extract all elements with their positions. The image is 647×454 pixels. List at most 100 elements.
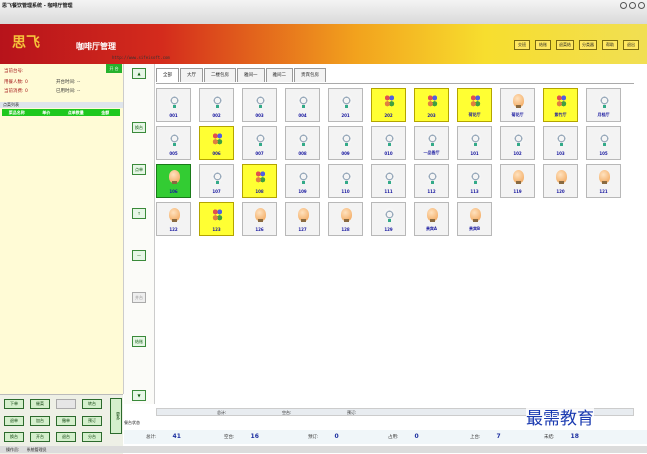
table-tile[interactable]: 120 bbox=[543, 164, 578, 198]
minimize-icon[interactable] bbox=[620, 2, 627, 9]
table-tile[interactable]: 001 bbox=[156, 88, 191, 122]
col-dish-name: 菜品名称 bbox=[8, 110, 25, 115]
swap-table-button[interactable]: 换台 bbox=[4, 432, 24, 442]
table-tile[interactable]: 123 bbox=[199, 202, 234, 236]
open-button[interactable]: 开台 bbox=[30, 432, 50, 442]
table-tile[interactable]: 102 bbox=[500, 126, 535, 160]
merge-table-button[interactable]: 并台 bbox=[132, 292, 146, 303]
disabled-button[interactable] bbox=[56, 399, 76, 409]
maximize-icon[interactable] bbox=[629, 2, 636, 9]
table-lamp-icon bbox=[298, 132, 309, 146]
app-title: 咖啡厅管理 bbox=[76, 42, 116, 51]
withdraw-button[interactable]: 撤单 bbox=[56, 416, 76, 426]
table-label: 121 bbox=[599, 189, 608, 194]
table-tile[interactable]: 128 bbox=[328, 202, 363, 236]
table-tile[interactable]: 010 bbox=[371, 126, 406, 160]
table-lamp-icon bbox=[427, 170, 438, 184]
help-button[interactable]: 帮助 bbox=[602, 40, 618, 50]
table-tile[interactable]: 113 bbox=[457, 164, 492, 198]
table-label: 126 bbox=[255, 227, 264, 232]
split-table-button[interactable]: 分台 bbox=[82, 432, 102, 442]
transfer-button[interactable]: 转台 bbox=[82, 399, 102, 409]
table-tile[interactable]: 006 bbox=[199, 126, 234, 160]
table-tile[interactable]: 203 bbox=[414, 88, 449, 122]
table-lamp-icon bbox=[599, 94, 610, 108]
table-tile[interactable]: 一品香厅 bbox=[414, 126, 449, 160]
place-order-button[interactable]: 下单 bbox=[4, 399, 24, 409]
tab-room-two[interactable]: 雅间二 bbox=[265, 68, 293, 82]
table-label: 月桂厅 bbox=[597, 112, 610, 117]
table-label: 003 bbox=[255, 113, 264, 118]
tab-all[interactable]: 全部 bbox=[156, 68, 179, 82]
cancel-order-button[interactable]: 退单 bbox=[4, 416, 24, 426]
table-tile[interactable]: 109 bbox=[285, 164, 320, 198]
rush-button[interactable]: 催菜 bbox=[30, 399, 50, 409]
table-tile[interactable]: 122 bbox=[156, 202, 191, 236]
table-tile[interactable]: 129 bbox=[371, 202, 406, 236]
table-tile[interactable]: 201 bbox=[328, 88, 363, 122]
table-tile[interactable]: 002 bbox=[199, 88, 234, 122]
table-tile[interactable]: 004 bbox=[285, 88, 320, 122]
window-controls bbox=[620, 2, 645, 9]
reserve-button[interactable]: 预订 bbox=[82, 416, 102, 426]
table-label: 127 bbox=[298, 227, 307, 232]
table-tile[interactable]: 112 bbox=[414, 164, 449, 198]
table-tile[interactable]: 005 bbox=[156, 126, 191, 160]
scroll-down-button[interactable]: ▼ bbox=[132, 390, 146, 401]
table-tile[interactable]: 003 bbox=[242, 88, 277, 122]
table-label: 106 bbox=[169, 189, 178, 194]
scroll-up-button[interactable]: ▲ bbox=[132, 68, 146, 79]
table-tile[interactable]: 贵宾A bbox=[414, 202, 449, 236]
table-tile[interactable]: 107 bbox=[199, 164, 234, 198]
table-tile[interactable]: 202 bbox=[371, 88, 406, 122]
change-table-button[interactable]: 换台 bbox=[132, 122, 146, 133]
up-arrow-button[interactable]: ↑ bbox=[132, 208, 146, 219]
open-table-button[interactable]: 开 台 bbox=[106, 64, 122, 73]
handover-button[interactable]: 交班 bbox=[514, 40, 530, 50]
table-label: 120 bbox=[556, 189, 565, 194]
table-label: 122 bbox=[169, 227, 178, 232]
table-tile[interactable]: 103 bbox=[543, 126, 578, 160]
watermark: 最需教育 bbox=[526, 404, 594, 429]
more-button[interactable]: 更多 bbox=[110, 398, 122, 434]
table-tile[interactable]: 106 bbox=[156, 164, 191, 198]
table-tile[interactable]: 105 bbox=[586, 126, 621, 160]
close-icon[interactable] bbox=[638, 2, 645, 9]
table-tile[interactable]: 009 bbox=[328, 126, 363, 160]
table-tile[interactable]: 110 bbox=[328, 164, 363, 198]
table-tile[interactable]: 菊花厅 bbox=[500, 88, 535, 122]
minus-button[interactable]: — bbox=[132, 250, 146, 261]
table-tile[interactable]: 108 bbox=[242, 164, 277, 198]
tab-vip[interactable]: 贵宾包房 bbox=[294, 68, 326, 82]
table-tile[interactable]: 126 bbox=[242, 202, 277, 236]
refund-button[interactable]: 退菜结 bbox=[556, 40, 574, 50]
table-tile[interactable]: 121 bbox=[586, 164, 621, 198]
table-tile[interactable]: 007 bbox=[242, 126, 277, 160]
table-tile[interactable]: 111 bbox=[371, 164, 406, 198]
exit-button[interactable]: 退出 bbox=[623, 40, 639, 50]
table-label: 203 bbox=[427, 113, 436, 118]
table-label: 贵宾B bbox=[468, 226, 481, 231]
tab-hall[interactable]: 大厅 bbox=[180, 68, 203, 82]
add-table-button[interactable]: 加台 bbox=[30, 416, 50, 426]
order-list-header: 点菜列表 bbox=[0, 102, 123, 108]
tab-room-one[interactable]: 雅间一 bbox=[237, 68, 265, 82]
table-tile[interactable]: 紫竹厅 bbox=[543, 88, 578, 122]
table-label: 010 bbox=[384, 151, 393, 156]
table-tile[interactable]: 荷花厅 bbox=[457, 88, 492, 122]
tab-second-floor[interactable]: 二楼包房 bbox=[204, 68, 236, 82]
table-label: 009 bbox=[341, 151, 350, 156]
table-tile[interactable]: 101 bbox=[457, 126, 492, 160]
table-tile[interactable]: 127 bbox=[285, 202, 320, 236]
table-tile[interactable]: 008 bbox=[285, 126, 320, 160]
table-tile[interactable]: 119 bbox=[500, 164, 535, 198]
table-tile[interactable]: 月桂厅 bbox=[586, 88, 621, 122]
table-label: 紫竹厅 bbox=[554, 112, 567, 117]
table-lamp-icon bbox=[427, 132, 438, 146]
classifier-button[interactable]: 分类器 bbox=[579, 40, 597, 50]
settle-button[interactable]: 结账 bbox=[132, 336, 146, 347]
table-tile[interactable]: 贵宾B bbox=[457, 202, 492, 236]
order-button[interactable]: 点单 bbox=[132, 164, 146, 175]
checkout-button[interactable]: 结账 bbox=[535, 40, 551, 50]
return-table-button[interactable]: 退台 bbox=[56, 432, 76, 442]
